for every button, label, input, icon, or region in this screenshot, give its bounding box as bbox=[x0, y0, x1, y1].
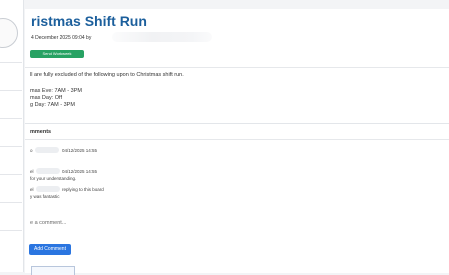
author-name-redacted bbox=[36, 168, 60, 174]
comment-text: y was fantastic bbox=[30, 194, 60, 199]
sidebar-divider bbox=[0, 146, 22, 147]
post-body: ll are fully excluded of the following u… bbox=[25, 68, 449, 123]
status-badge: Send Workweek bbox=[30, 50, 84, 58]
schedule-line: g Day: 7AM - 3PM bbox=[30, 102, 75, 108]
pagination-box[interactable] bbox=[31, 266, 75, 275]
author-name-redacted bbox=[35, 147, 59, 153]
schedule-line: mas Eve: 7AM - 3PM bbox=[30, 88, 82, 94]
main-content: ristmas Shift Run 4 December 2025 09:04 … bbox=[25, 0, 449, 275]
comment-timestamp: 04/12/2025 14:55 bbox=[62, 148, 98, 153]
schedule-line: mas Day: Off bbox=[30, 95, 62, 101]
post-header: ristmas Shift Run 4 December 2025 09:04 … bbox=[25, 9, 449, 68]
comment-author: el bbox=[30, 169, 34, 174]
sidebar-divider bbox=[0, 174, 22, 175]
comment-text: for your understanding. bbox=[30, 176, 77, 181]
post-meta: 4 December 2025 09:04 by bbox=[31, 35, 92, 41]
sidebar-divider bbox=[0, 118, 22, 119]
add-comment-button[interactable]: Add Comment bbox=[29, 244, 71, 255]
sidebar-divider bbox=[0, 90, 22, 91]
author-name-redacted bbox=[112, 32, 212, 42]
sidebar bbox=[0, 0, 24, 272]
comment-author: el bbox=[30, 187, 34, 192]
comments-divider bbox=[25, 139, 449, 140]
comment-author: o bbox=[30, 148, 33, 153]
sidebar-divider bbox=[0, 202, 22, 203]
author-name-redacted bbox=[36, 186, 60, 192]
comment-input[interactable] bbox=[28, 208, 448, 238]
comments-heading: mments bbox=[30, 129, 52, 135]
post-intro: ll are fully excluded of the following u… bbox=[30, 72, 184, 78]
comment-timestamp: replying to this board bbox=[62, 187, 104, 192]
avatar[interactable] bbox=[0, 18, 18, 48]
sidebar-divider bbox=[0, 230, 22, 231]
post-title: ristmas Shift Run bbox=[31, 13, 147, 29]
comment-timestamp: 04/12/2025 14:55 bbox=[62, 169, 98, 174]
sidebar-divider bbox=[0, 62, 22, 63]
comments-section: mments o 04/12/2025 14:55 el 04/12/2025 … bbox=[25, 123, 449, 275]
